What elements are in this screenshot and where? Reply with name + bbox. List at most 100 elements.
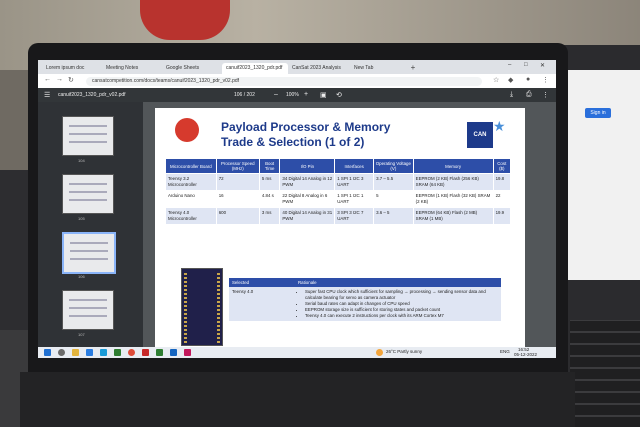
right-signin-button[interactable]: Sign in: [585, 108, 611, 118]
pdf-toolbar: ☰ canuif2023_1320_pdr_v02.pdf 106 / 202 …: [38, 88, 556, 102]
browser-tab[interactable]: Google Sheets: [162, 63, 222, 74]
rationale-cell: Super fast CPU clock which sufficient fo…: [295, 287, 501, 321]
store-icon[interactable]: [100, 349, 107, 356]
table-row: Teensy 4.0 Microcontroller 600 3 ms 40 D…: [165, 207, 512, 225]
powerpoint-icon[interactable]: [184, 349, 191, 356]
hamburger-icon[interactable]: ☰: [44, 91, 50, 99]
left-laptop: [0, 170, 28, 330]
language-indicator[interactable]: ENG: [500, 349, 510, 354]
more-icon[interactable]: ⋮: [542, 91, 549, 99]
table-header: Rationale: [295, 278, 501, 287]
table-header: Cost ($): [492, 158, 512, 174]
table-header: Operating Voltage (V): [373, 158, 414, 174]
close-icon[interactable]: ✕: [540, 62, 545, 69]
new-tab-button[interactable]: +: [408, 63, 418, 73]
page-thumbnail-selected[interactable]: [62, 232, 116, 274]
table-cell: EEPROM (2 KB) Flash (256 KB) SRAM (64 KB…: [412, 173, 494, 191]
page-thumbnail[interactable]: [62, 174, 114, 214]
table-cell: 40 Digital 14 Analog in 31 PWM: [279, 207, 336, 225]
table-cell: 22: [492, 190, 512, 208]
minimize-icon[interactable]: –: [508, 62, 511, 68]
table-cell: 19.8: [492, 173, 512, 191]
selection-table: Selected Rationale Teensy 4.0 Super fast…: [229, 278, 501, 321]
clock-date[interactable]: 05-12-2022: [514, 352, 537, 357]
browser-tab[interactable]: CanSat 2023 Analysis: [288, 63, 350, 74]
page-thumbnail[interactable]: [62, 116, 114, 156]
bookmark-star-icon[interactable]: ☆: [493, 76, 499, 84]
cansat-badge: CAN SAT: [467, 122, 493, 164]
table-cell: 1 SPI 1 I2C 1 UART: [334, 190, 375, 208]
thumbnail-number: 105: [78, 216, 85, 221]
page-indicator[interactable]: 106 / 202: [234, 92, 255, 98]
search-icon[interactable]: [58, 349, 65, 356]
zoom-in-icon[interactable]: +: [304, 91, 308, 98]
table-cell: 3.6 – 5: [373, 207, 414, 225]
slide-page: Payload Processor & Memory Trade & Selec…: [155, 108, 525, 347]
extensions-icon[interactable]: ◆: [508, 76, 513, 84]
profile-icon[interactable]: ●: [526, 76, 530, 83]
print-icon[interactable]: ⎙: [526, 91, 532, 99]
table-cell: Arduino Nano: [165, 190, 217, 208]
laptop-base: [20, 372, 575, 427]
table-cell: 1 SPI 1 I2C 3 UART: [334, 173, 375, 191]
selected-board: Teensy 4.0: [229, 287, 295, 321]
rationale-list: Super fast CPU clock which sufficient fo…: [298, 289, 498, 319]
slide-title-line: Payload Processor & Memory: [221, 120, 391, 134]
slide-title: Payload Processor & Memory Trade & Selec…: [221, 120, 451, 150]
comparison-table: Microcontroller Board Processor Speed (M…: [165, 158, 512, 225]
rotate-icon[interactable]: ⟲: [336, 91, 342, 99]
browser-tab[interactable]: Lorem ipsum doc: [42, 63, 102, 74]
table-cell: 3.7 – 5.5: [373, 173, 414, 191]
teensy-board-image: [181, 268, 223, 346]
table-header: Boot Time: [258, 158, 281, 174]
table-cell: 3 ms: [258, 207, 281, 225]
table-cell: 72: [215, 173, 260, 191]
excel-icon[interactable]: [156, 349, 163, 356]
table-cell: 22 Digital 8 Analog in 6 PWM: [279, 190, 336, 208]
browser-tab[interactable]: Meeting Notes: [102, 63, 162, 74]
url-input[interactable]: cansatcompetition.com/docs/teams/canuif2…: [86, 77, 482, 86]
page-thumbnail[interactable]: [62, 290, 114, 330]
star-icon: ★: [493, 118, 506, 134]
zoom-out-icon[interactable]: –: [274, 91, 278, 98]
pdf-reader-icon[interactable]: [142, 349, 149, 356]
table-cell: 5 ms: [258, 173, 281, 191]
table-cell: 600: [215, 207, 260, 225]
fit-page-icon[interactable]: ▣: [320, 91, 327, 99]
address-bar-row: ← → ↻ cansatcompetition.com/docs/teams/c…: [38, 74, 556, 88]
table-row: Teensy 4.0 Super fast CPU clock which su…: [229, 287, 501, 321]
menu-icon[interactable]: ⋮: [542, 76, 549, 84]
background-person: [140, 0, 230, 40]
windows-start-icon[interactable]: [44, 349, 51, 356]
back-icon[interactable]: ←: [44, 76, 51, 83]
weather-icon[interactable]: [376, 349, 383, 356]
team-logo: [175, 118, 199, 142]
edge-icon[interactable]: [86, 349, 93, 356]
table-cell: 16: [215, 190, 260, 208]
table-header: Interfaces: [334, 158, 375, 174]
weather-text[interactable]: 26°C Partly sunny: [386, 349, 422, 354]
list-item: Teensy 4.0 can execute 2 instructions pe…: [305, 313, 498, 319]
browser-tab-active[interactable]: canuif2023_1320_pdr.pdf: [222, 63, 288, 74]
table-row: Arduino Nano 16 4.84 s 22 Digital 8 Anal…: [165, 190, 512, 208]
app-icon[interactable]: [114, 349, 121, 356]
table-cell: EEPROM (1 KB) Flash (32 KB) SRAM (2 KB): [412, 190, 494, 208]
file-explorer-icon[interactable]: [72, 349, 79, 356]
right-laptop-screen: [562, 70, 640, 280]
forward-icon[interactable]: →: [56, 76, 63, 83]
right-laptop-keyboard: [570, 320, 640, 427]
table-header: Processor Speed (MHz): [215, 158, 260, 174]
table-header: I/O Pin: [279, 158, 336, 174]
word-icon[interactable]: [170, 349, 177, 356]
slide-title-line: Trade & Selection (1 of 2): [221, 135, 365, 149]
maximize-icon[interactable]: □: [524, 62, 528, 68]
table-cell: 3 SPI 3 I2C 7 UART: [334, 207, 375, 225]
browser-tab[interactable]: New Tab: [350, 63, 406, 74]
zoom-level[interactable]: 100%: [286, 92, 299, 98]
chrome-icon[interactable]: [128, 349, 135, 356]
table-header: Selected: [229, 278, 295, 287]
reload-icon[interactable]: ↻: [68, 76, 74, 84]
thumbnail-number: 106: [78, 274, 85, 279]
download-icon[interactable]: ⤓: [510, 91, 513, 99]
table-cell: EEPROM (64 KB) Flash (2 MB) SRAM (1 MB): [412, 207, 494, 225]
